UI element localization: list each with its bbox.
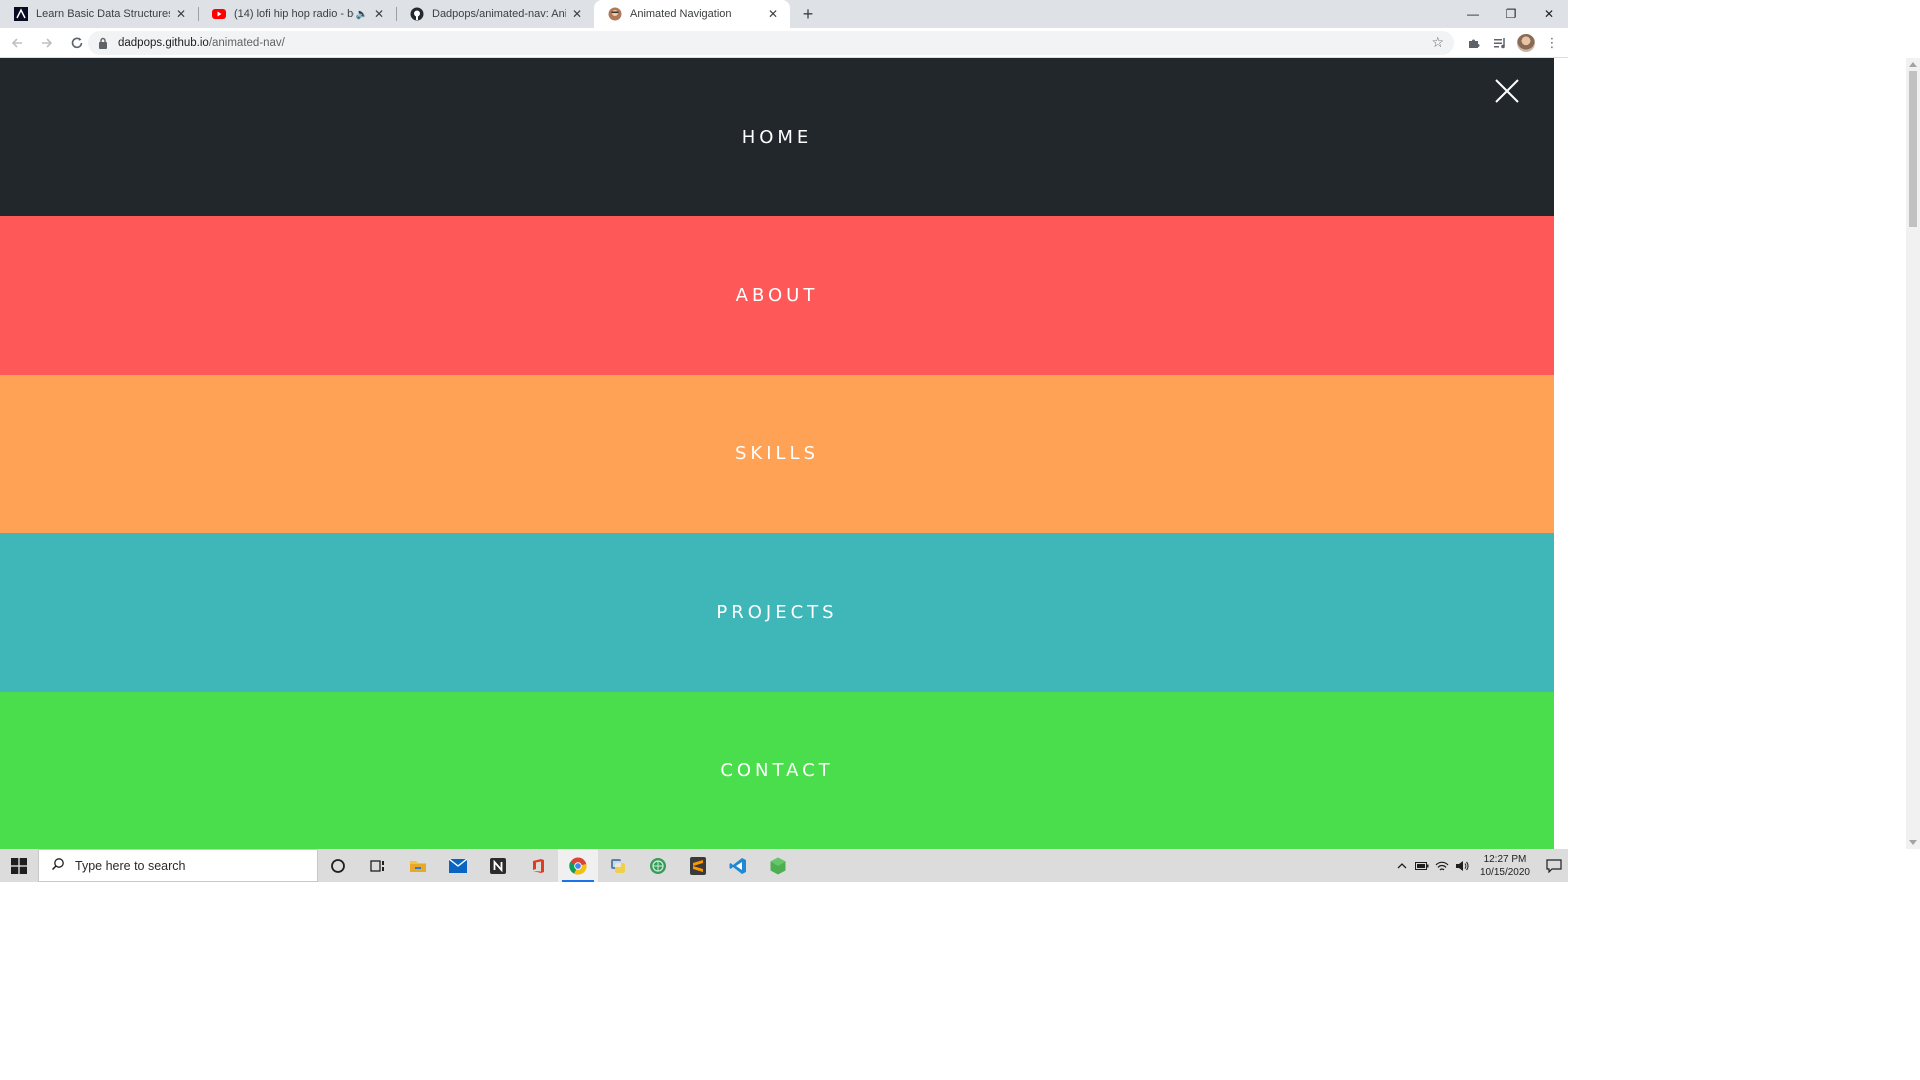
taskbar-clock[interactable]: 12:27 PM 10/15/2020: [1480, 853, 1530, 879]
nav-item-about[interactable]: About: [0, 216, 1554, 375]
muted-speaker-icon[interactable]: 🔈: [356, 9, 368, 20]
lock-icon[interactable]: [98, 37, 110, 49]
minimize-icon[interactable]: —: [1454, 0, 1492, 28]
youtube-icon: [212, 7, 226, 21]
nav-item-home[interactable]: Home: [0, 58, 1554, 217]
close-menu-icon[interactable]: [1494, 78, 1520, 104]
bookmark-star-icon[interactable]: ☆: [1431, 34, 1444, 51]
tab-strip: Learn Basic Data Structures: Rem ✕ (14) …: [0, 0, 1568, 28]
system-tray: 12:27 PM 10/15/2020: [1392, 849, 1568, 882]
freecodecamp-icon: [14, 7, 28, 21]
site-avatar-icon: [608, 7, 622, 21]
extensions-puzzle-icon[interactable]: [1464, 31, 1484, 55]
task-view-icon[interactable]: [358, 849, 398, 882]
reload-icon[interactable]: [64, 30, 90, 56]
search-placeholder: Type here to search: [75, 858, 186, 873]
page-scrollbar[interactable]: [1906, 58, 1920, 849]
url-path: /animated-nav/: [208, 37, 285, 49]
scroll-up-arrow-icon[interactable]: [1909, 62, 1917, 67]
tab-title: (14) lofi hip hop radio - beat: [234, 8, 354, 20]
restore-icon[interactable]: ❐: [1492, 0, 1530, 28]
close-tab-icon[interactable]: ✕: [570, 7, 584, 21]
new-tab-plus-icon[interactable]: +: [794, 0, 822, 28]
close-tab-icon[interactable]: ✕: [372, 7, 386, 21]
windows-taskbar: Type here to search 12:27 PM 10/15/2020: [0, 849, 1568, 882]
python-icon[interactable]: [598, 849, 638, 882]
volume-speaker-icon[interactable]: [1453, 860, 1471, 872]
notion-icon[interactable]: [478, 849, 518, 882]
page-viewport: Home About Skills Projects Contact: [0, 58, 1554, 849]
tab-title: Dadpops/animated-nav: Animate: [432, 8, 566, 20]
mail-icon[interactable]: [438, 849, 478, 882]
browser-tab-2[interactable]: (14) lofi hip hop radio - beat 🔈 ✕: [198, 0, 396, 28]
cortana-icon[interactable]: [318, 849, 358, 882]
media-controls-icon[interactable]: [1490, 31, 1510, 55]
close-tab-icon[interactable]: ✕: [174, 7, 188, 21]
window-controls: — ❐ ✕: [1454, 0, 1568, 28]
show-hidden-icons-chevron-icon[interactable]: [1393, 862, 1411, 870]
scrollbar-thumb[interactable]: [1909, 71, 1917, 227]
taskbar-apps: [318, 849, 798, 882]
clock-time: 12:27 PM: [1483, 853, 1527, 865]
taskbar-search-box[interactable]: Type here to search: [38, 849, 318, 882]
browser-tab-1[interactable]: Learn Basic Data Structures: Rem ✕: [0, 0, 198, 28]
github-icon: [410, 7, 424, 21]
action-center-icon[interactable]: [1540, 849, 1568, 882]
file-explorer-icon[interactable]: [398, 849, 438, 882]
nav-item-projects[interactable]: Projects: [0, 533, 1554, 692]
back-arrow-icon[interactable]: [4, 30, 30, 56]
nav-item-skills[interactable]: Skills: [0, 374, 1554, 534]
address-bar[interactable]: dadpops.github.io/animated-nav/ ☆: [88, 31, 1454, 55]
fullscreen-nav: Home About Skills Projects Contact: [0, 58, 1554, 849]
window-close-icon[interactable]: ✕: [1530, 0, 1568, 28]
browser-tab-4-active[interactable]: Animated Navigation ✕: [594, 0, 790, 28]
nav-item-contact[interactable]: Contact: [0, 691, 1554, 849]
tab-title: Animated Navigation: [630, 8, 732, 20]
windows-start-icon[interactable]: [0, 849, 38, 882]
chrome-icon[interactable]: [558, 849, 598, 882]
tab-title: Learn Basic Data Structures: Rem: [36, 8, 170, 20]
browser-toolbar: dadpops.github.io/animated-nav/ ☆ ⋮: [0, 28, 1568, 58]
forward-arrow-icon[interactable]: [34, 30, 60, 56]
profile-avatar[interactable]: [1516, 31, 1536, 55]
nodejs-hexagon-icon[interactable]: [758, 849, 798, 882]
browser-tab-3[interactable]: Dadpops/animated-nav: Animate ✕: [396, 0, 594, 28]
lisk-globe-icon[interactable]: [638, 849, 678, 882]
url-host: dadpops.github.io: [118, 37, 209, 49]
sublime-text-icon[interactable]: [678, 849, 718, 882]
office-icon[interactable]: [518, 849, 558, 882]
clock-date: 10/15/2020: [1479, 866, 1530, 878]
vscode-icon[interactable]: [718, 849, 758, 882]
wifi-icon[interactable]: [1433, 860, 1451, 872]
search-icon: [51, 857, 65, 874]
battery-icon[interactable]: [1413, 861, 1431, 871]
scroll-down-arrow-icon[interactable]: [1909, 840, 1917, 845]
menu-kebab-icon[interactable]: ⋮: [1542, 31, 1562, 55]
close-tab-icon[interactable]: ✕: [766, 7, 780, 21]
toolbar-actions: ⋮: [1464, 31, 1562, 55]
